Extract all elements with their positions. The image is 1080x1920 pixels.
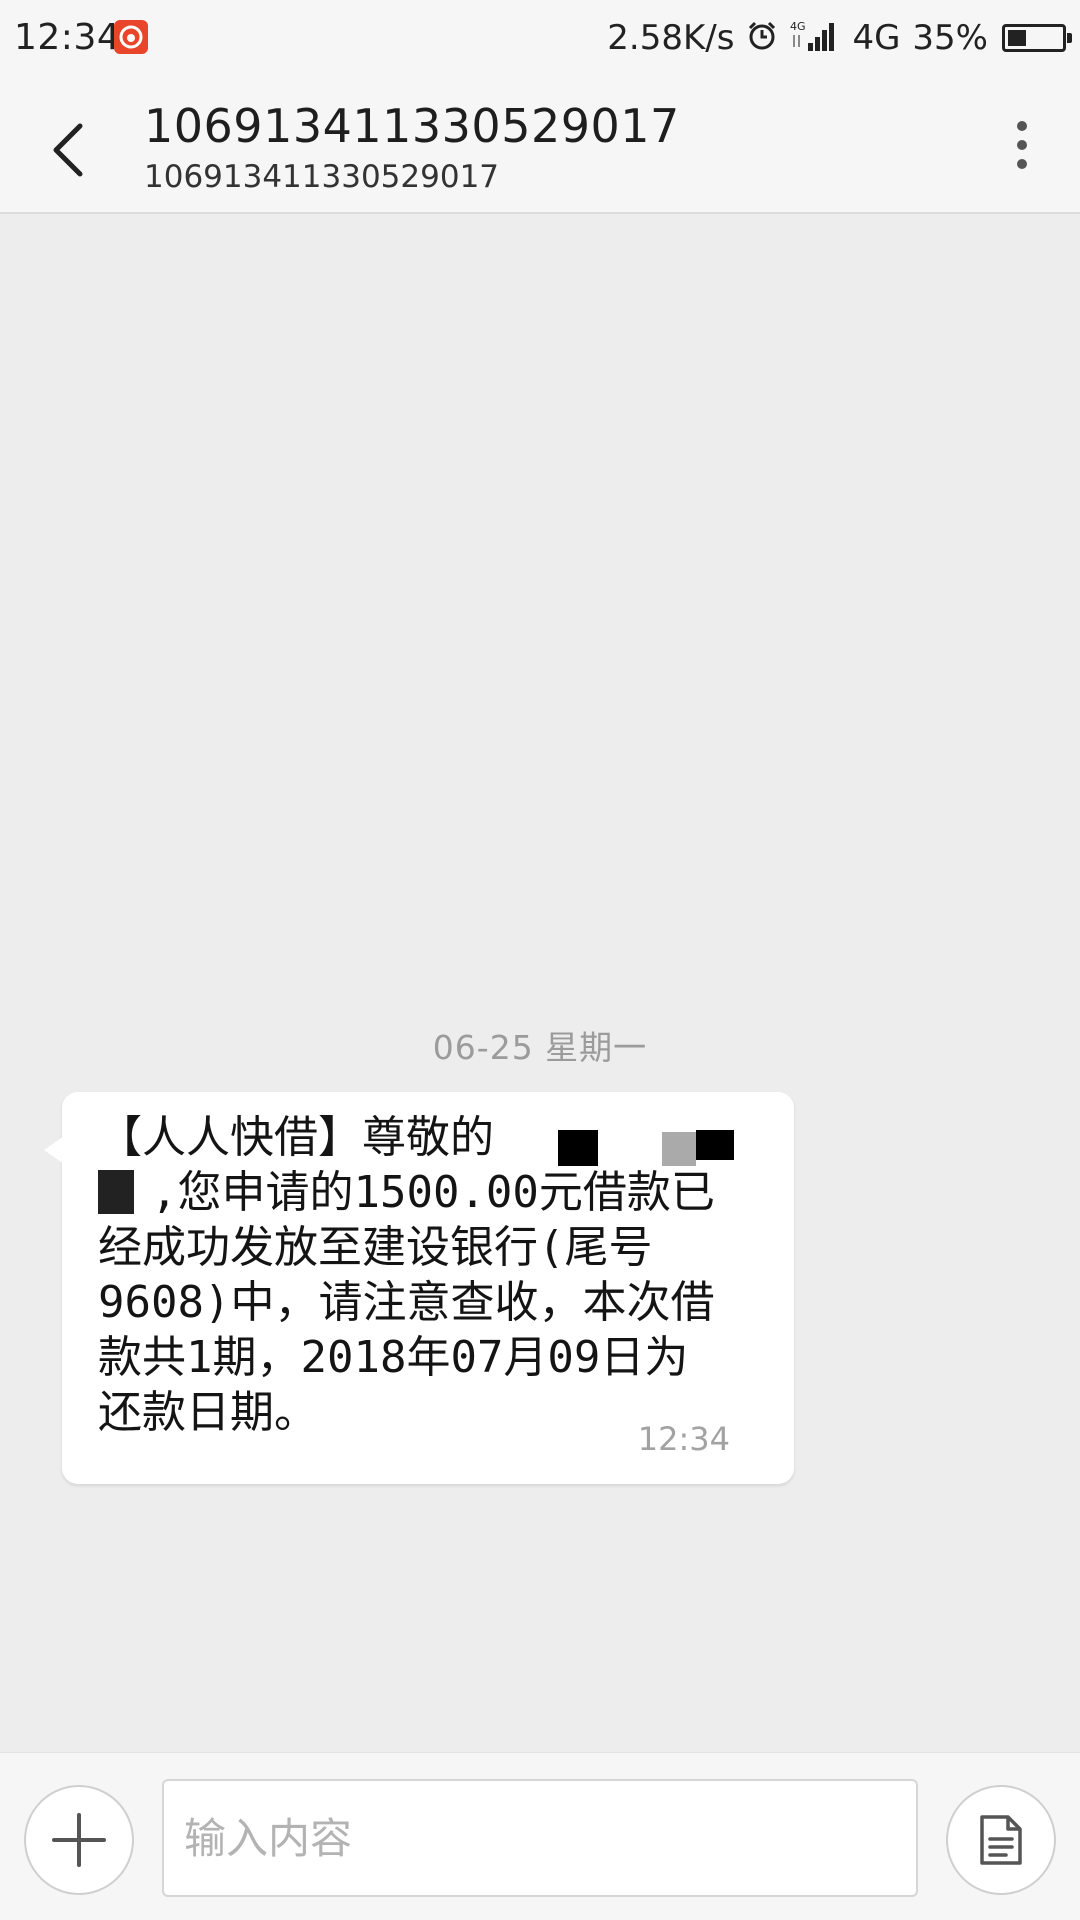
message-input[interactable] xyxy=(162,1779,918,1897)
redaction-mark xyxy=(696,1130,734,1160)
message-time: 12:34 xyxy=(637,1420,730,1458)
contact-title: 106913411330529017 xyxy=(144,99,680,153)
redaction-mark xyxy=(98,1170,134,1214)
contact-number: 106913411330529017 xyxy=(144,159,500,195)
battery-icon xyxy=(1002,24,1072,52)
bubble-tail xyxy=(44,1136,64,1164)
status-right-group: 2.58K/s 4G 4G 35% xyxy=(607,16,1072,60)
compose-bar xyxy=(0,1752,1080,1920)
quick-text-button[interactable] xyxy=(946,1785,1056,1895)
back-button[interactable] xyxy=(34,106,106,186)
signal-bars-icon: 4G xyxy=(790,19,840,57)
netease-music-icon xyxy=(114,20,148,54)
battery-percent: 35% xyxy=(912,18,988,58)
alarm-clock-icon xyxy=(746,20,778,56)
plus-icon xyxy=(52,1813,106,1867)
message-text: 【人人快借】尊敬的 ,您申请的1500.00元借款已 经成功发放至建设银行(尾号… xyxy=(98,1110,754,1440)
document-template-icon xyxy=(980,1815,1022,1865)
back-arrow-icon xyxy=(53,123,83,177)
add-attachment-button[interactable] xyxy=(24,1785,134,1895)
redaction-mark xyxy=(558,1130,598,1166)
more-options-button[interactable] xyxy=(994,112,1050,184)
message-line: ,您申请的1500.00元借款已 xyxy=(150,1167,715,1218)
more-vertical-icon xyxy=(1017,121,1027,169)
message-line: 还款日期。 xyxy=(98,1387,318,1438)
message-line: 【人人快借】尊敬的 xyxy=(98,1112,494,1163)
status-bar: 12:34 2.58K/s 4G 4G 35% xyxy=(0,0,1080,78)
battery-fill xyxy=(1008,30,1026,46)
message-line: 经成功发放至建设银行(尾号 xyxy=(98,1222,653,1273)
redaction-mark xyxy=(662,1132,696,1166)
message-thread[interactable]: 06-25 星期一 【人人快借】尊敬的 ,您申请的1500.00元借款已 经成功… xyxy=(0,214,1080,1752)
message-line: 款共1期，2018年07月09日为 xyxy=(98,1332,689,1383)
status-time: 12:34 xyxy=(14,17,121,58)
network-speed: 2.58K/s xyxy=(607,18,735,58)
message-line: 9608)中，请注意查收，本次借 xyxy=(98,1277,715,1328)
date-divider: 06-25 星期一 xyxy=(432,1028,648,1067)
svg-text:4G: 4G xyxy=(790,20,806,33)
conversation-header: 106913411330529017 106913411330529017 xyxy=(0,78,1080,214)
network-type: 4G xyxy=(852,18,901,58)
incoming-message-bubble[interactable]: 【人人快借】尊敬的 ,您申请的1500.00元借款已 经成功发放至建设银行(尾号… xyxy=(44,1092,794,1484)
